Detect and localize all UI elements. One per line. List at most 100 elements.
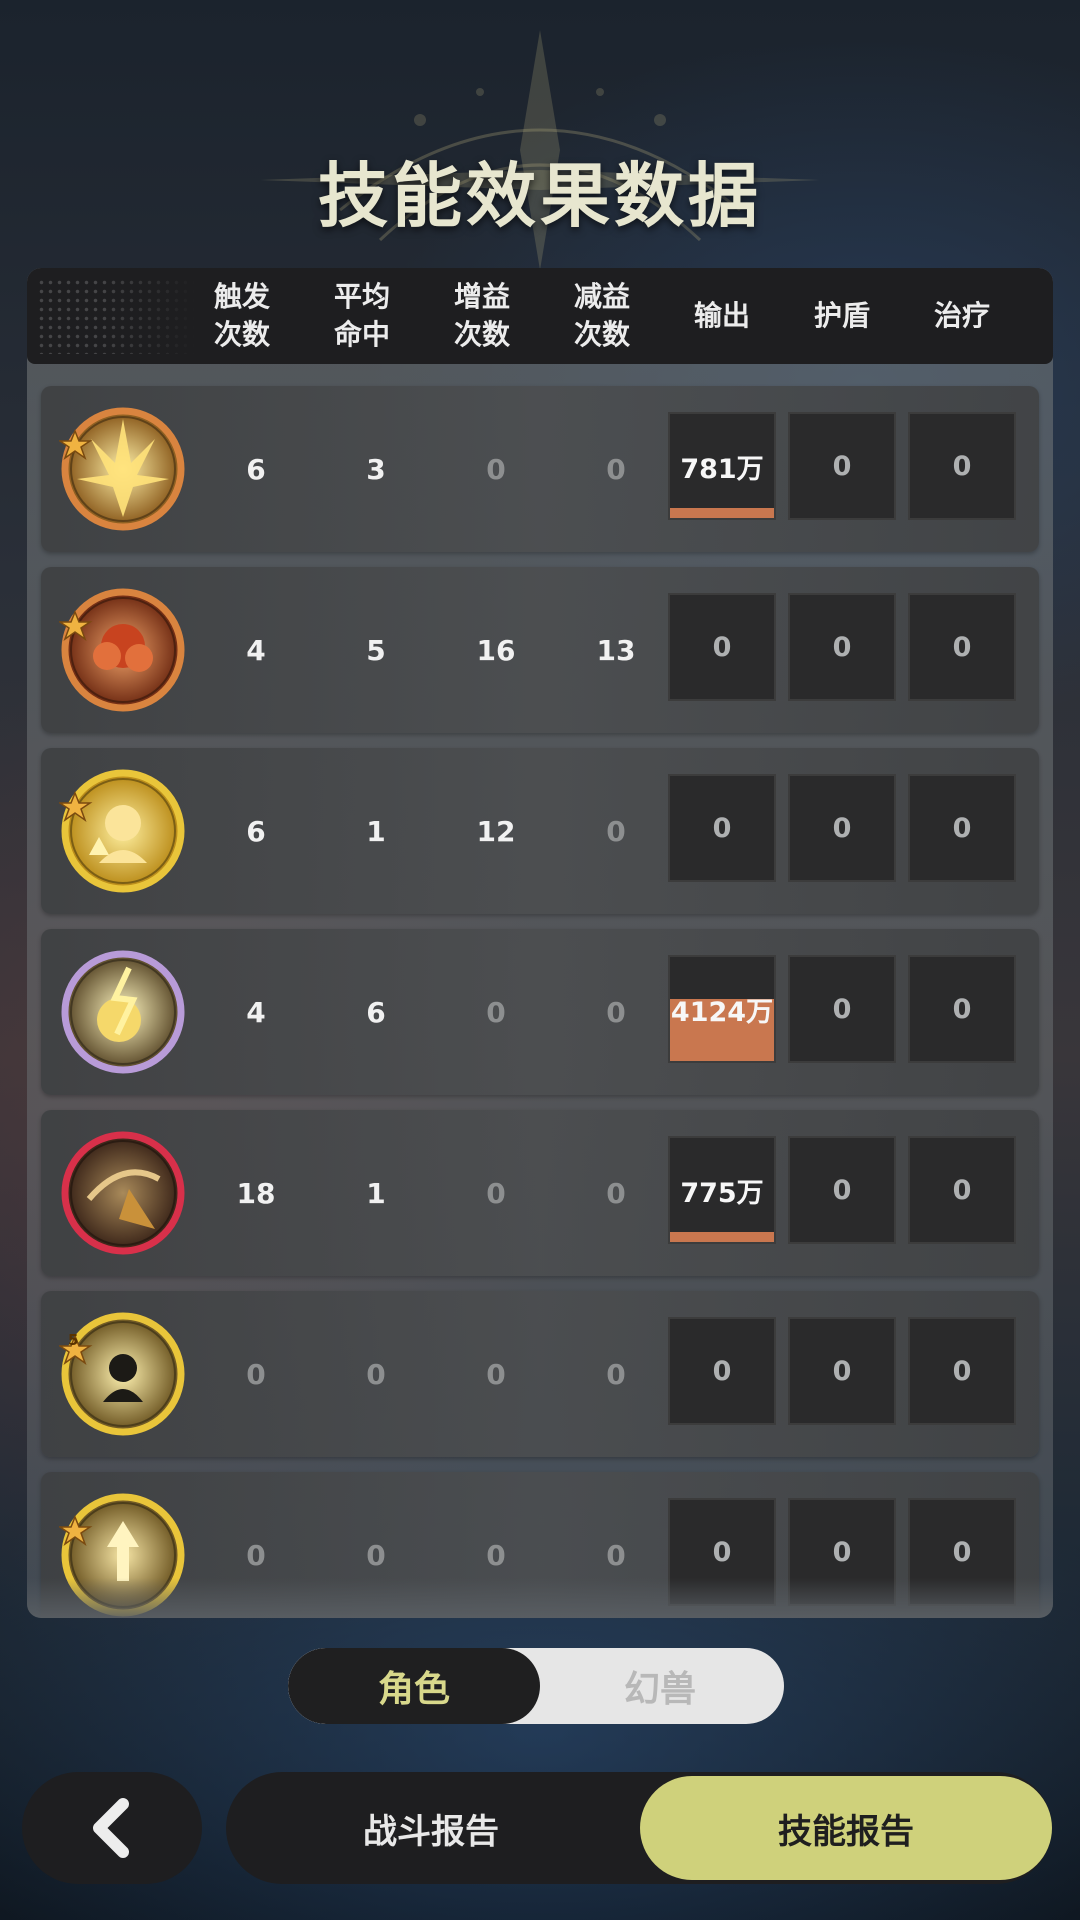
chevron-left-icon [93, 1798, 129, 1858]
output-value-box: 781万 [668, 412, 776, 520]
radiant-figure-skill-icon[interactable]: 5 [57, 1310, 187, 1438]
buff-count-cell: 0 [486, 452, 506, 486]
col-header-trigger-count: 触发 次数 [213, 280, 270, 351]
header-dot-pattern [37, 278, 197, 354]
tab-skill-report[interactable]: 技能报告 [640, 1776, 1052, 1880]
shield-value-box: 0 [788, 955, 896, 1063]
output-value-box: 0 [668, 1498, 776, 1606]
heal-value-box: 0 [908, 412, 1016, 520]
lightning-orb-skill-icon[interactable] [59, 948, 187, 1076]
col-header-heal: 治疗 [933, 299, 990, 332]
back-button[interactable] [22, 1772, 202, 1884]
buff-count-cell: 0 [486, 1176, 506, 1210]
tab-battle-report[interactable]: 战斗报告 [226, 1772, 636, 1884]
toggle-option-character[interactable]: 角色 [288, 1648, 540, 1724]
explosion-skill-icon[interactable] [57, 586, 187, 714]
skill-row[interactable]: 6 1 12 0 0 0 0 [41, 748, 1039, 914]
output-value-text: 0 [712, 812, 732, 844]
buff-count-cell: 16 [476, 633, 516, 667]
avg-hit-cell: 5 [366, 633, 386, 667]
shield-value-box: 0 [788, 774, 896, 882]
output-value-box: 4124万 [668, 955, 776, 1063]
output-value-box: 0 [668, 1317, 776, 1425]
debuff-count-cell: 13 [596, 633, 636, 667]
shield-value-text: 0 [832, 812, 852, 844]
pet-summon-skill-icon[interactable] [57, 767, 187, 895]
buff-count-cell: 0 [486, 1538, 506, 1572]
output-value-box: 775万 [668, 1136, 776, 1244]
dash-strike-skill-icon[interactable] [59, 1129, 187, 1257]
heal-value-text: 0 [952, 1355, 972, 1387]
debuff-count-cell: 0 [606, 452, 626, 486]
avg-hit-cell: 0 [366, 1538, 386, 1572]
upgrade-arrows-skill-icon[interactable] [57, 1491, 187, 1618]
skill-row[interactable]: 5 0 0 0 0 0 0 0 [41, 1291, 1039, 1457]
heal-value-text: 0 [952, 450, 972, 482]
trigger-count-cell: 0 [246, 1357, 266, 1391]
output-value-text: 0 [712, 631, 732, 663]
trigger-count-cell: 4 [246, 995, 266, 1029]
col-header-buff-count: 增益 次数 [453, 280, 510, 351]
buff-count-cell: 0 [486, 1357, 506, 1391]
avg-hit-cell: 1 [366, 1176, 386, 1210]
page-title: 技能效果数据 [318, 155, 762, 237]
avg-hit-cell: 0 [366, 1357, 386, 1391]
shield-value-text: 0 [832, 1174, 852, 1206]
col-header-avg-hit: 平均 命中 [333, 280, 390, 351]
debuff-count-cell: 0 [606, 1176, 626, 1210]
debuff-count-cell: 0 [606, 1538, 626, 1572]
heal-value-text: 0 [952, 1174, 972, 1206]
heal-value-box: 0 [908, 1317, 1016, 1425]
skill-row[interactable]: 18 1 0 0 775万 0 0 [41, 1110, 1039, 1276]
skill-stats-panel: 触发 次数 平均 命中 增益 次数 减益 次数 输出 护盾 治疗 6 3 0 0 781… [27, 268, 1053, 1618]
trigger-count-cell: 18 [236, 1176, 276, 1210]
shield-value-box: 0 [788, 593, 896, 701]
shield-value-text: 0 [832, 631, 852, 663]
heal-value-box: 0 [908, 593, 1016, 701]
skill-rows-list[interactable]: 6 3 0 0 781万 0 0 4 5 16 13 0 0 0 6 1 12 0 0 0 0 4 6 0 0 4124万 0 0 18… [27, 364, 1053, 1618]
debuff-count-cell: 0 [606, 995, 626, 1029]
skill-row[interactable]: 6 3 0 0 781万 0 0 [41, 386, 1039, 552]
output-value-box: 0 [668, 593, 776, 701]
buff-count-cell: 12 [476, 814, 516, 848]
shield-value-text: 0 [832, 450, 852, 482]
output-value-text: 4124万 [670, 996, 774, 1028]
skill-row[interactable]: 4 5 16 13 0 0 0 [41, 567, 1039, 733]
shield-value-text: 0 [832, 993, 852, 1025]
trigger-count-cell: 4 [246, 633, 266, 667]
heal-value-text: 0 [952, 993, 972, 1025]
shield-value-text: 0 [832, 1355, 852, 1387]
skill-row[interactable]: 4 6 0 0 4124万 0 0 [41, 929, 1039, 1095]
buff-count-cell: 0 [486, 995, 506, 1029]
toggle-option-beast[interactable]: 幻兽 [536, 1648, 784, 1724]
shield-value-box: 0 [788, 1136, 896, 1244]
report-tabs: 战斗报告 技能报告 [226, 1772, 1052, 1884]
output-value-text: 781万 [680, 453, 764, 485]
column-header-bar: 触发 次数 平均 命中 增益 次数 减益 次数 输出 护盾 治疗 [27, 268, 1053, 364]
shield-value-box: 0 [788, 1498, 896, 1606]
heal-value-text: 0 [952, 631, 972, 663]
shield-value-box: 0 [788, 1317, 896, 1425]
output-value-text: 775万 [680, 1177, 764, 1209]
heal-value-box: 0 [908, 1136, 1016, 1244]
trigger-count-cell: 6 [246, 814, 266, 848]
output-value-box: 0 [668, 774, 776, 882]
heal-value-text: 0 [952, 812, 972, 844]
shield-value-text: 0 [832, 1536, 852, 1568]
skill-row[interactable]: 0 0 0 0 0 0 0 [41, 1472, 1039, 1618]
debuff-count-cell: 0 [606, 1357, 626, 1391]
unit-type-toggle[interactable]: 幻兽 角色 [288, 1648, 784, 1724]
avg-hit-cell: 1 [366, 814, 386, 848]
shield-value-box: 0 [788, 412, 896, 520]
heal-value-box: 0 [908, 1498, 1016, 1606]
col-header-debuff-count: 减益 次数 [573, 280, 630, 351]
avg-hit-cell: 3 [366, 452, 386, 486]
heal-value-text: 0 [952, 1536, 972, 1568]
output-value-text: 0 [712, 1536, 732, 1568]
output-value-text: 0 [712, 1355, 732, 1387]
star-level-badge: 5 [68, 1331, 79, 1349]
trigger-count-cell: 6 [246, 452, 266, 486]
output-share-bar [670, 507, 774, 518]
golden-burst-skill-icon[interactable] [57, 405, 187, 533]
heal-value-box: 0 [908, 774, 1016, 882]
